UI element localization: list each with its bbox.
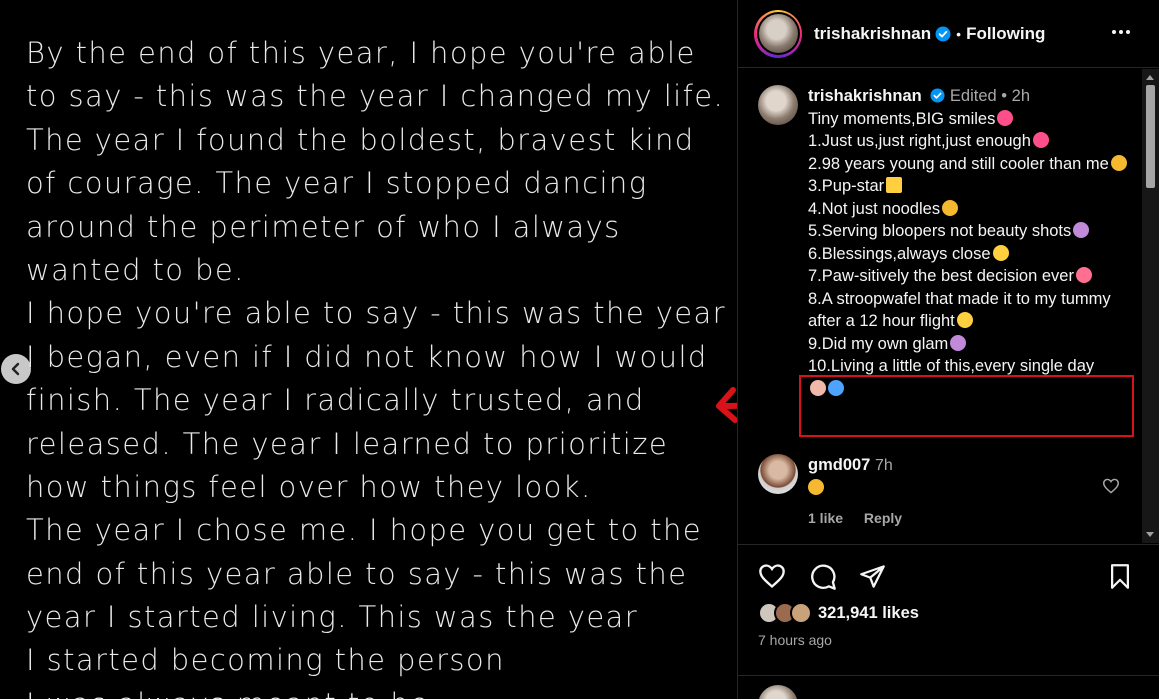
likes-summary[interactable]: 321,941 likes (758, 602, 919, 624)
verified-badge-icon (930, 88, 945, 103)
caption-item: 4.Not just noodles (808, 199, 941, 218)
caption-item: 5.Serving bloopers not beauty shots (808, 222, 1072, 240)
post-media[interactable]: By the end of this year, I hope you're a… (0, 0, 737, 699)
verified-badge-icon (935, 26, 951, 41)
chevron-left-icon (11, 362, 20, 376)
comment-item: gmd007 7h 1 like Reply (758, 454, 1138, 526)
scroll-down-arrow[interactable] (1146, 532, 1154, 537)
palms-up-icon (810, 379, 826, 396)
media-line: The year I chose me. I hope you get to t… (26, 513, 703, 548)
header-username[interactable]: trishakrishnan (814, 24, 931, 44)
media-line: I started becoming the person (26, 643, 505, 678)
caption-title: Tiny moments,BIG smiles (808, 109, 996, 128)
scrollbar-thumb[interactable] (1146, 85, 1155, 188)
media-line: The year I found the boldest, bravest ki… (26, 122, 695, 157)
tipping-hand-icon (1073, 222, 1090, 238)
halo-face-icon (992, 244, 1009, 261)
share-send-icon[interactable] (859, 563, 886, 590)
media-line: I hope you're able to say - this was the… (26, 296, 726, 331)
media-line: finish. The year I radically trusted, an… (26, 383, 645, 418)
evil-eye-icon (828, 379, 844, 396)
selfie-icon (950, 334, 967, 351)
comment-avatar[interactable] (758, 454, 798, 494)
like-heart-icon[interactable] (758, 563, 786, 589)
comments-scrollbar[interactable] (1142, 69, 1159, 543)
previous-slide-button[interactable] (1, 354, 31, 384)
media-line: how things feel over how they look. (26, 469, 592, 504)
media-line: of courage. The year I stopped dancing (26, 166, 648, 201)
avatar (758, 14, 798, 53)
caption-item: 1.Just us,just right,just enough (808, 132, 1031, 150)
caption-item: 7.Paw-sitively the best decision ever (808, 267, 1074, 285)
caption: trishakrishnan Edited • 2h Tiny moments,… (758, 85, 1138, 400)
caption-item: 3.Pup-star (808, 177, 885, 195)
post-actions-bar: 321,941 likes 7 hours ago (738, 544, 1159, 699)
more-options-icon[interactable] (1111, 22, 1131, 42)
header-separator: • (956, 25, 962, 42)
media-line: I was always meant to be. (26, 683, 726, 699)
caption-time: 2h (1011, 87, 1031, 105)
media-line: end of this year able to say - this was … (26, 556, 688, 591)
star-icon (886, 177, 903, 193)
two-hearts-icon (997, 109, 1014, 126)
caption-item: 6.Blessings,always close (808, 244, 991, 263)
following-button[interactable]: Following (966, 24, 1045, 44)
media-line: to say - this was the year I changed my … (26, 79, 725, 114)
post-sidebar: trishakrishnan • Following trishakrishna… (737, 0, 1159, 699)
caption-item: 9.Did my own glam (808, 334, 949, 353)
heart-eyes-icon (808, 479, 824, 495)
edited-label: Edited (949, 87, 997, 105)
caption-item: 10.Living a little of this,every single … (808, 357, 1095, 375)
caption-username[interactable]: trishakrishnan (808, 87, 922, 105)
tongue-face-icon (942, 199, 959, 216)
media-line: wanted to be. (26, 252, 245, 287)
post-time-ago: 7 hours ago (758, 632, 832, 648)
comment-username[interactable]: gmd007 (808, 456, 870, 474)
media-line: By the end of this year, I hope you're a… (26, 36, 696, 70)
heart-ribbon-icon (1075, 267, 1092, 283)
divider (738, 675, 1159, 676)
comment-likes[interactable]: 1 like (808, 510, 843, 526)
story-ring-avatar[interactable] (754, 9, 802, 58)
caption-item: 2.98 years young and still cooler than m… (808, 154, 1109, 173)
media-line: released. The year I learned to prioriti… (26, 426, 669, 461)
scroll-up-arrow[interactable] (1146, 75, 1154, 80)
media-line: year I started living. This was the year (26, 600, 639, 635)
media-text-block: By the end of this year, I hope you're a… (26, 32, 726, 699)
add-comment-avatar (758, 685, 798, 699)
media-line: I began, even if I did not know how I wo… (26, 339, 708, 374)
pleading-face-icon (956, 312, 973, 328)
comments-scroll-area[interactable]: trishakrishnan Edited • 2h Tiny moments,… (738, 69, 1159, 543)
reply-button[interactable]: Reply (864, 510, 902, 526)
comment-bubble-icon[interactable] (809, 563, 837, 591)
liker-avatar (790, 602, 812, 624)
heart-outline-icon[interactable] (1102, 478, 1120, 494)
pink-heart-icon (1032, 132, 1049, 148)
post-header: trishakrishnan • Following (738, 0, 1159, 68)
likes-count[interactable]: 321,941 likes (818, 604, 919, 623)
comment-time: 7h (874, 457, 893, 474)
caption-avatar[interactable] (758, 85, 798, 125)
bookmark-icon[interactable] (1108, 563, 1132, 590)
sunglasses-face-icon (1110, 154, 1127, 171)
media-line: around the perimeter of who I always (26, 209, 621, 244)
caption-separator: • (1001, 87, 1008, 105)
